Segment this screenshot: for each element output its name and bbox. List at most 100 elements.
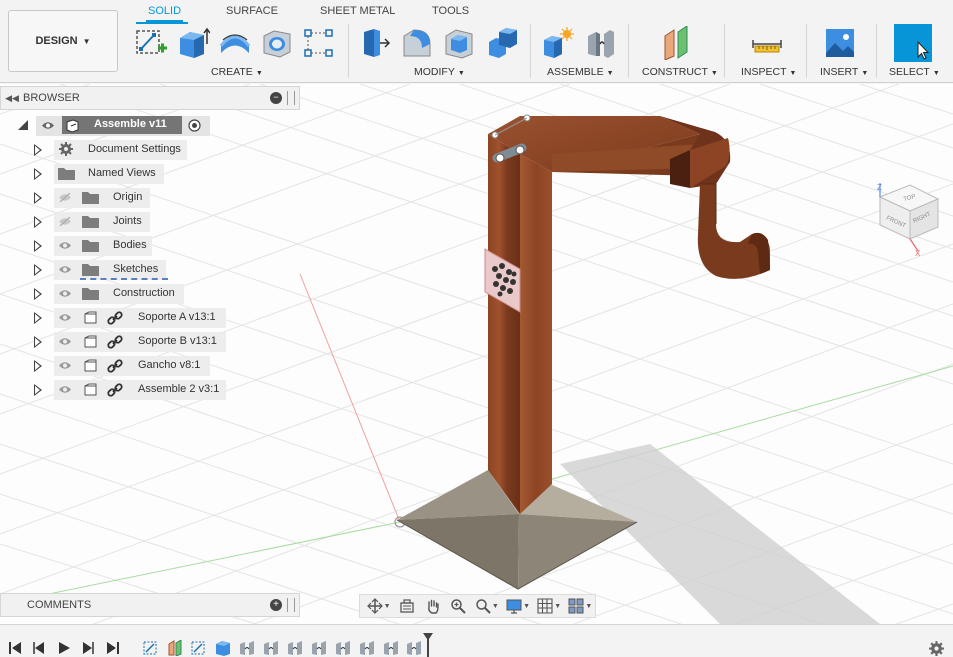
expand-arrow-icon[interactable] [34,240,42,252]
expand-arrow-icon[interactable] [34,216,42,228]
grid-settings-icon[interactable]: ▼ [535,596,564,616]
pan-hand-icon[interactable] [421,596,445,616]
tree-item-soporte-b[interactable]: Soporte B v13:1 [0,331,300,353]
play-icon[interactable] [56,640,72,656]
visibility-eye-icon[interactable] [58,241,72,250]
timeline-joint-icon[interactable] [382,640,400,656]
inspect-menu[interactable]: INSPECT ▼ [741,66,796,78]
component-icon [84,383,97,396]
go-to-end-icon[interactable] [105,640,121,656]
measure-icon[interactable] [750,26,784,60]
select-icon[interactable] [894,24,932,62]
expand-arrow-icon[interactable] [34,288,42,300]
visibility-eye-icon[interactable] [58,313,72,322]
offset-plane-icon[interactable] [660,25,694,61]
zoom-icon[interactable] [447,596,471,616]
step-forward-icon[interactable] [80,640,96,656]
shell-icon[interactable] [442,26,476,60]
expand-arrow-icon[interactable] [34,312,42,324]
expand-arrow-icon[interactable] [34,384,42,396]
tab-tools[interactable]: TOOLS [430,5,471,22]
zoom-window-icon[interactable]: ▼ [472,596,501,616]
insert-menu[interactable]: INSERT ▼ [820,66,868,78]
step-back-icon[interactable] [31,640,47,656]
viewports-icon[interactable]: ▼ [566,596,595,616]
panel-grip-icon[interactable] [287,598,295,612]
visibility-eye-icon[interactable] [58,361,72,370]
timeline-joint-icon[interactable] [286,640,304,656]
hole-icon[interactable] [260,26,294,60]
new-component-icon[interactable] [540,26,574,60]
tree-item-document-settings[interactable]: Document Settings [0,139,300,161]
tree-item-named-views[interactable]: Named Views [0,163,300,185]
combine-icon[interactable] [486,26,520,60]
expand-arrow-icon[interactable] [34,192,42,204]
visibility-eye-icon[interactable] [58,385,72,394]
create-menu[interactable]: CREATE ▼ [211,66,263,78]
tree-item-origin[interactable]: Origin [0,187,300,209]
revolve-icon[interactable] [218,26,252,60]
minimize-icon[interactable]: − [270,92,282,104]
fillet-icon[interactable] [400,26,434,60]
tree-item-assemble-2[interactable]: Assemble 2 v3:1 [0,379,300,401]
add-comment-icon[interactable]: + [270,599,282,611]
timeline-extrude-icon[interactable] [214,640,232,656]
timeline-sketch-icon[interactable] [190,640,208,656]
look-at-icon[interactable] [395,596,419,616]
visibility-eye-icon[interactable] [58,337,72,346]
tree-item-sketches[interactable]: Sketches [0,259,300,281]
tree-item-joints[interactable]: Joints [0,211,300,233]
expand-arrow-icon[interactable] [34,144,42,156]
panel-grip-icon[interactable] [287,91,295,105]
tree-item-bodies[interactable]: Bodies [0,235,300,257]
visibility-hidden-icon[interactable] [58,217,72,226]
assemble-label: ASSEMBLE [547,66,604,78]
select-menu[interactable]: SELECT ▼ [889,66,940,78]
tree-item-soporte-a[interactable]: Soporte A v13:1 [0,307,300,329]
assemble-menu[interactable]: ASSEMBLE ▼ [547,66,614,78]
tab-surface[interactable]: SURFACE [224,5,280,22]
activate-radio-icon[interactable] [188,119,201,132]
tab-solid[interactable]: SOLID [146,5,184,22]
go-to-start-icon[interactable] [7,640,23,656]
press-pull-icon[interactable] [358,26,392,60]
timeline-sketch-icon[interactable] [142,640,160,656]
expand-arrow-icon[interactable] [34,336,42,348]
tree-root[interactable]: Assemble v11 [0,115,300,137]
folder-icon [82,192,99,204]
expand-arrow-icon[interactable] [34,264,42,276]
timeline-joint-icon[interactable] [238,640,256,656]
visibility-hidden-icon[interactable] [58,193,72,202]
workspace-switcher-button[interactable]: DESIGN ▼ [8,10,118,72]
pattern-icon[interactable] [302,26,336,60]
tab-sheet-metal[interactable]: SHEET METAL [318,5,397,22]
construct-menu[interactable]: CONSTRUCT ▼ [642,66,718,78]
joint-icon[interactable] [584,26,618,60]
tree-item-gancho[interactable]: Gancho v8:1 [0,355,300,377]
timeline-joint-icon[interactable] [262,640,280,656]
collapse-panel-icon[interactable]: ◀◀ [1,93,23,104]
timeline-joint-icon[interactable] [334,640,352,656]
create-sketch-icon[interactable] [134,26,168,60]
display-settings-icon[interactable]: ▼ [503,596,532,616]
visibility-eye-icon[interactable] [41,121,55,130]
comments-panel[interactable]: COMMENTS + [0,593,300,617]
insert-image-icon[interactable] [823,26,857,60]
expand-arrow-icon[interactable] [34,360,42,372]
viewcube[interactable]: TOP FRONT RIGHT Z X [870,179,945,259]
visibility-eye-icon[interactable] [58,265,72,274]
timeline-plane-icon[interactable] [166,640,184,656]
tree-item-construction[interactable]: Construction [0,283,300,305]
visibility-eye-icon[interactable] [58,289,72,298]
extrude-icon[interactable] [176,26,211,60]
expand-triangle-icon[interactable] [17,119,29,131]
timeline-joint-icon[interactable] [310,640,328,656]
modify-menu[interactable]: MODIFY ▼ [414,66,465,78]
orbit-icon[interactable]: ▼ [364,596,393,616]
toolbar-divider [806,24,807,78]
timeline-joint-icon[interactable] [405,640,423,656]
timeline-settings-gear-icon[interactable] [928,640,945,657]
expand-arrow-icon[interactable] [34,168,42,180]
timeline-joint-icon[interactable] [358,640,376,656]
timeline-marker-handle[interactable] [423,633,433,657]
